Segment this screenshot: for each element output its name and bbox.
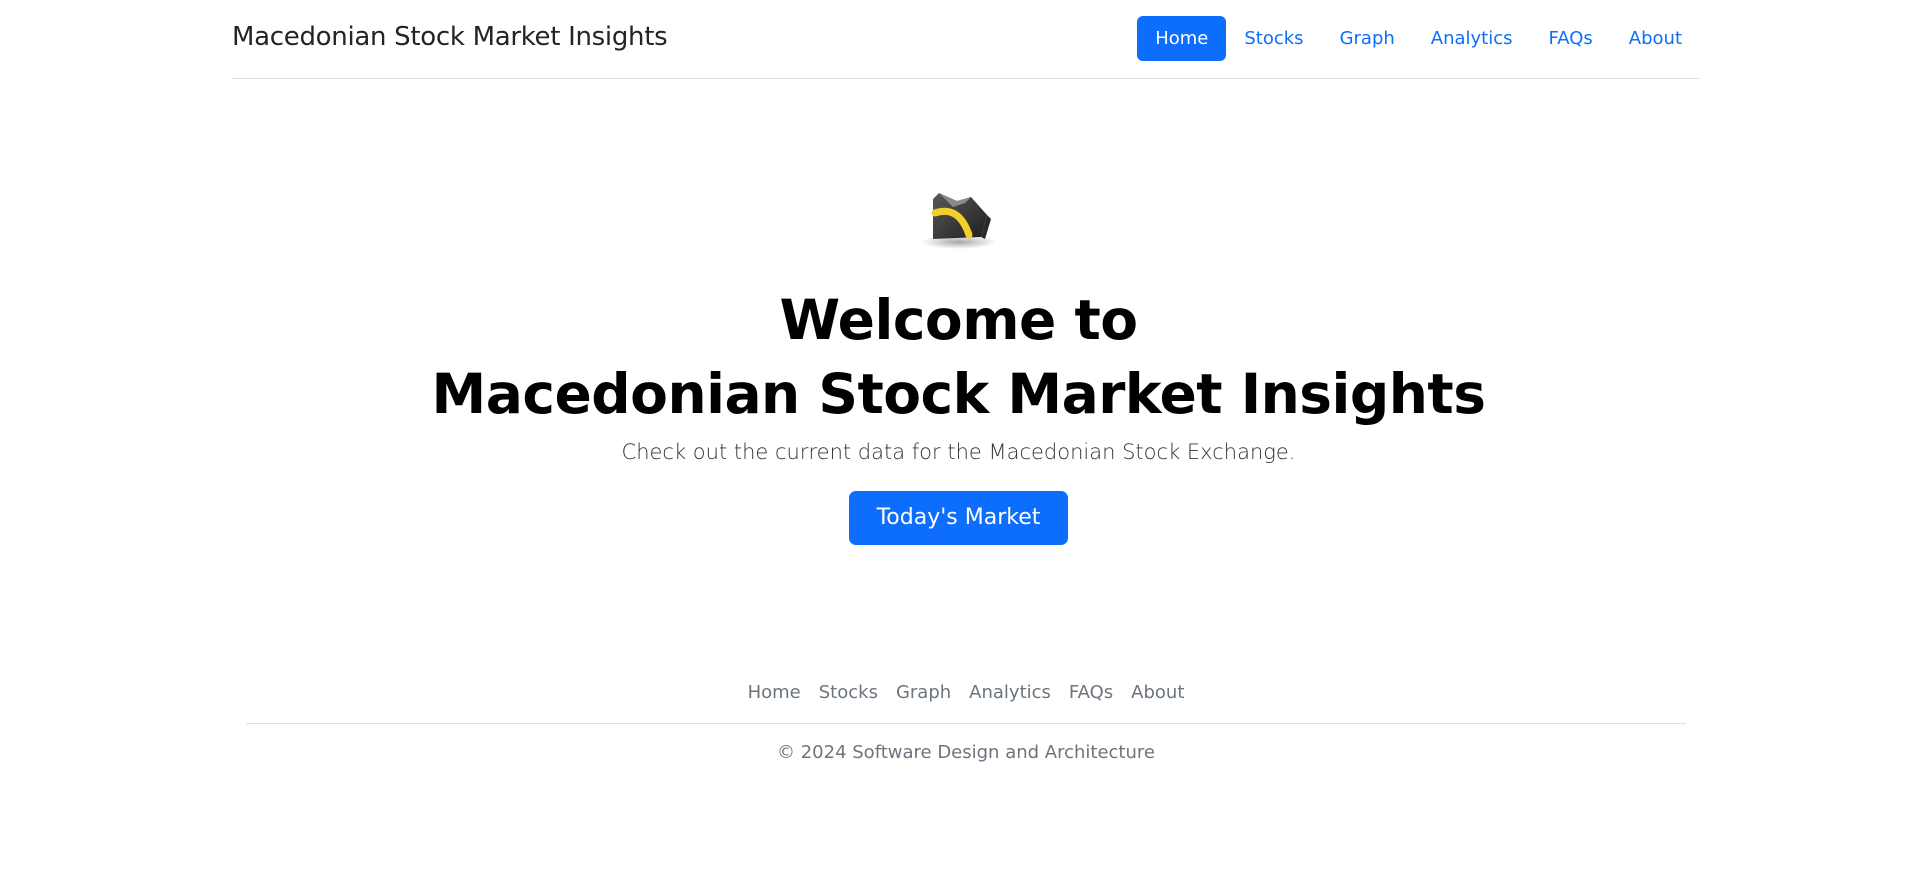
nav-faqs[interactable]: FAQs xyxy=(1531,16,1611,61)
hero-title-line2: Macedonian Stock Market Insights xyxy=(431,362,1486,426)
mse-logo-icon xyxy=(919,185,999,251)
nav-stocks[interactable]: Stocks xyxy=(1226,16,1321,61)
hero-title: Welcome to Macedonian Stock Market Insig… xyxy=(0,283,1917,431)
nav-about[interactable]: About xyxy=(1611,16,1700,61)
hero-subtitle: Check out the current data for the Maced… xyxy=(621,440,1296,464)
main-nav: Home Stocks Graph Analytics FAQs About xyxy=(1137,16,1700,61)
nav-graph[interactable]: Graph xyxy=(1322,16,1413,61)
copyright-text: © 2024 Software Design and Architecture xyxy=(777,742,1155,763)
footer-link-faqs[interactable]: FAQs xyxy=(1060,675,1122,711)
brand-link[interactable]: Macedonian Stock Market Insights xyxy=(232,22,668,52)
footer-link-stocks[interactable]: Stocks xyxy=(810,675,887,711)
page-container: Macedonian Stock Market Insights Home St… xyxy=(232,0,1700,79)
footer-divider xyxy=(246,723,1686,724)
top-navbar: Macedonian Stock Market Insights Home St… xyxy=(232,0,1700,79)
footer-link-graph[interactable]: Graph xyxy=(887,675,960,711)
site-footer: Home Stocks Graph Analytics FAQs About ©… xyxy=(246,675,1686,763)
footer-nav: Home Stocks Graph Analytics FAQs About xyxy=(246,675,1686,711)
nav-home[interactable]: Home xyxy=(1137,16,1227,61)
footer-link-home[interactable]: Home xyxy=(739,675,810,711)
todays-market-button[interactable]: Today's Market xyxy=(848,491,1069,545)
footer-link-about[interactable]: About xyxy=(1122,675,1193,711)
hero-section: Welcome to Macedonian Stock Market Insig… xyxy=(0,185,1917,545)
nav-analytics[interactable]: Analytics xyxy=(1413,16,1531,61)
hero-title-line1: Welcome to xyxy=(779,288,1138,352)
footer-link-analytics[interactable]: Analytics xyxy=(960,675,1060,711)
